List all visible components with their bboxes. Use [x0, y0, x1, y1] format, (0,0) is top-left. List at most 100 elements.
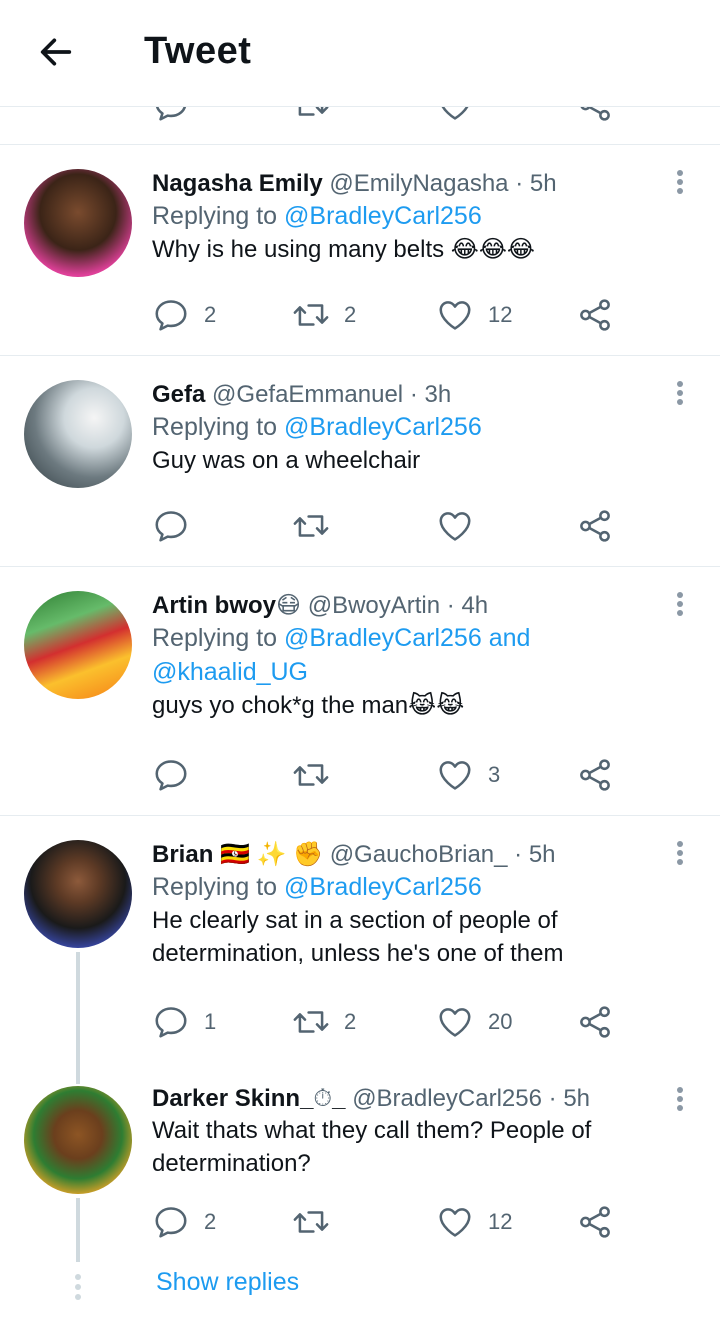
name-emoji: ⏱	[313, 1085, 333, 1112]
tweet[interactable]: Artin bwoy😷 @BwoyArtin · 4h Replying to …	[0, 567, 720, 816]
previous-tweet-actions	[0, 107, 720, 145]
avatar[interactable]	[24, 840, 132, 948]
mention-link[interactable]: @BradleyCarl256	[284, 202, 482, 230]
show-replies-link[interactable]: Show replies	[156, 1268, 299, 1297]
tweet-time: · 3h	[409, 381, 452, 408]
tweet-text: He clearly sat in a section of people of…	[152, 907, 564, 967]
share-icon	[576, 107, 614, 124]
share-button[interactable]	[576, 1202, 614, 1242]
avatar[interactable]	[24, 380, 132, 488]
share-button[interactable]	[576, 295, 614, 335]
like-count: 3	[488, 762, 501, 787]
tweet-time: · 4h	[446, 592, 489, 619]
more-button[interactable]	[668, 167, 692, 197]
mention-link[interactable]: @BradleyCarl256	[284, 873, 482, 901]
tweet-time: · 5h	[515, 170, 557, 197]
name-emoji: 🇺🇬 ✨ ✊	[220, 841, 324, 868]
more-button[interactable]	[668, 589, 692, 619]
tweet[interactable]: Gefa @GefaEmmanuel · 3h Replying to @Bra…	[0, 356, 720, 567]
like-button[interactable]: 12	[436, 295, 512, 335]
author-name[interactable]: Gefa	[152, 381, 205, 408]
reply-button[interactable]: 1	[152, 1002, 216, 1042]
share-icon	[576, 507, 614, 545]
share-button[interactable]	[576, 755, 614, 795]
retweet-button[interactable]	[292, 755, 344, 795]
author-name[interactable]: Darker Skinn_	[152, 1085, 313, 1112]
more-icon	[668, 170, 692, 194]
avatar[interactable]	[24, 169, 132, 277]
author-handle[interactable]: @BwoyArtin	[308, 592, 440, 619]
like-icon	[436, 1203, 474, 1241]
share-button[interactable]	[576, 506, 614, 546]
more-button[interactable]	[668, 1084, 692, 1114]
share-button[interactable]	[576, 1002, 614, 1042]
mention-link[interactable]: @khaalid_UG	[152, 658, 308, 686]
author-handle[interactable]: @GefaEmmanuel	[212, 381, 403, 408]
author-name[interactable]: Brian	[152, 841, 213, 868]
tweet[interactable]: Brian 🇺🇬 ✨ ✊ @GauchoBrian_ · 5h Replying…	[0, 816, 720, 1064]
share-icon	[576, 1203, 614, 1241]
share-icon	[576, 756, 614, 794]
retweet-count: 2	[344, 1009, 357, 1034]
replying-label: Replying to	[152, 413, 278, 441]
name-emoji: 😷	[276, 592, 302, 619]
retweet-button[interactable]: 2	[292, 295, 356, 335]
tweet[interactable]: Darker Skinn_⏱_ @BradleyCarl256 · 5h Wai…	[0, 1064, 720, 1264]
back-button[interactable]	[36, 32, 76, 72]
author-name[interactable]: Artin bwoy	[152, 592, 276, 619]
like-button[interactable]: 3	[436, 755, 500, 795]
reply-button[interactable]: 2	[152, 1202, 216, 1242]
reply-count: 2	[204, 1209, 217, 1234]
like-button[interactable]: 12	[436, 1202, 512, 1242]
like-button[interactable]	[436, 107, 474, 125]
like-icon	[436, 107, 474, 124]
reply-icon	[152, 1003, 190, 1041]
like-button[interactable]	[436, 506, 488, 546]
mention-link[interactable]: @BradleyCarl256	[284, 624, 482, 652]
mention-and[interactable]: and	[489, 624, 531, 652]
like-button[interactable]: 20	[436, 1002, 512, 1042]
tweet-emoji: 😂😂😂	[450, 236, 535, 263]
share-icon	[576, 1003, 614, 1041]
more-button[interactable]	[668, 838, 692, 868]
reply-icon	[152, 296, 190, 334]
thread-dots	[74, 1274, 82, 1304]
more-icon	[668, 1087, 692, 1111]
like-icon	[436, 1003, 474, 1041]
like-icon	[436, 756, 474, 794]
reply-button[interactable]	[152, 107, 190, 125]
avatar[interactable]	[24, 1086, 132, 1194]
reply-icon	[152, 1203, 190, 1241]
share-button[interactable]	[576, 107, 614, 125]
retweet-icon	[292, 107, 330, 124]
tweet-text: Wait thats what they call them? People o…	[152, 1117, 592, 1177]
retweet-button[interactable]	[292, 1202, 344, 1242]
more-icon	[668, 841, 692, 865]
page-title: Tweet	[144, 30, 252, 72]
author-handle[interactable]: @EmilyNagasha	[329, 170, 508, 197]
name-suffix: _	[332, 1085, 346, 1112]
mention-link[interactable]: @BradleyCarl256	[284, 413, 482, 441]
retweet-icon	[292, 296, 330, 334]
retweet-button[interactable]	[292, 107, 330, 125]
more-button[interactable]	[668, 378, 692, 408]
tweet-emoji: 😹😹	[408, 692, 465, 719]
author-handle[interactable]: @GauchoBrian_	[330, 841, 508, 868]
author-name[interactable]: Nagasha Emily	[152, 170, 323, 197]
reply-button[interactable]	[152, 755, 204, 795]
retweet-icon	[292, 1203, 330, 1241]
retweet-button[interactable]: 2	[292, 1002, 356, 1042]
avatar[interactable]	[24, 591, 132, 699]
retweet-button[interactable]	[292, 506, 344, 546]
reply-button[interactable]: 2	[152, 295, 216, 335]
author-handle[interactable]: @BradleyCarl256	[352, 1085, 542, 1112]
reply-icon	[152, 107, 190, 124]
tweet-text: guys yo chok*g the man	[152, 692, 409, 719]
back-arrow-icon	[40, 38, 72, 66]
like-icon	[436, 507, 474, 545]
tweet[interactable]: Nagasha Emily @EmilyNagasha · 5h Replyin…	[0, 145, 720, 356]
share-icon	[576, 296, 614, 334]
like-count: 20	[488, 1009, 513, 1034]
reply-button[interactable]	[152, 506, 204, 546]
reply-icon	[152, 507, 190, 545]
